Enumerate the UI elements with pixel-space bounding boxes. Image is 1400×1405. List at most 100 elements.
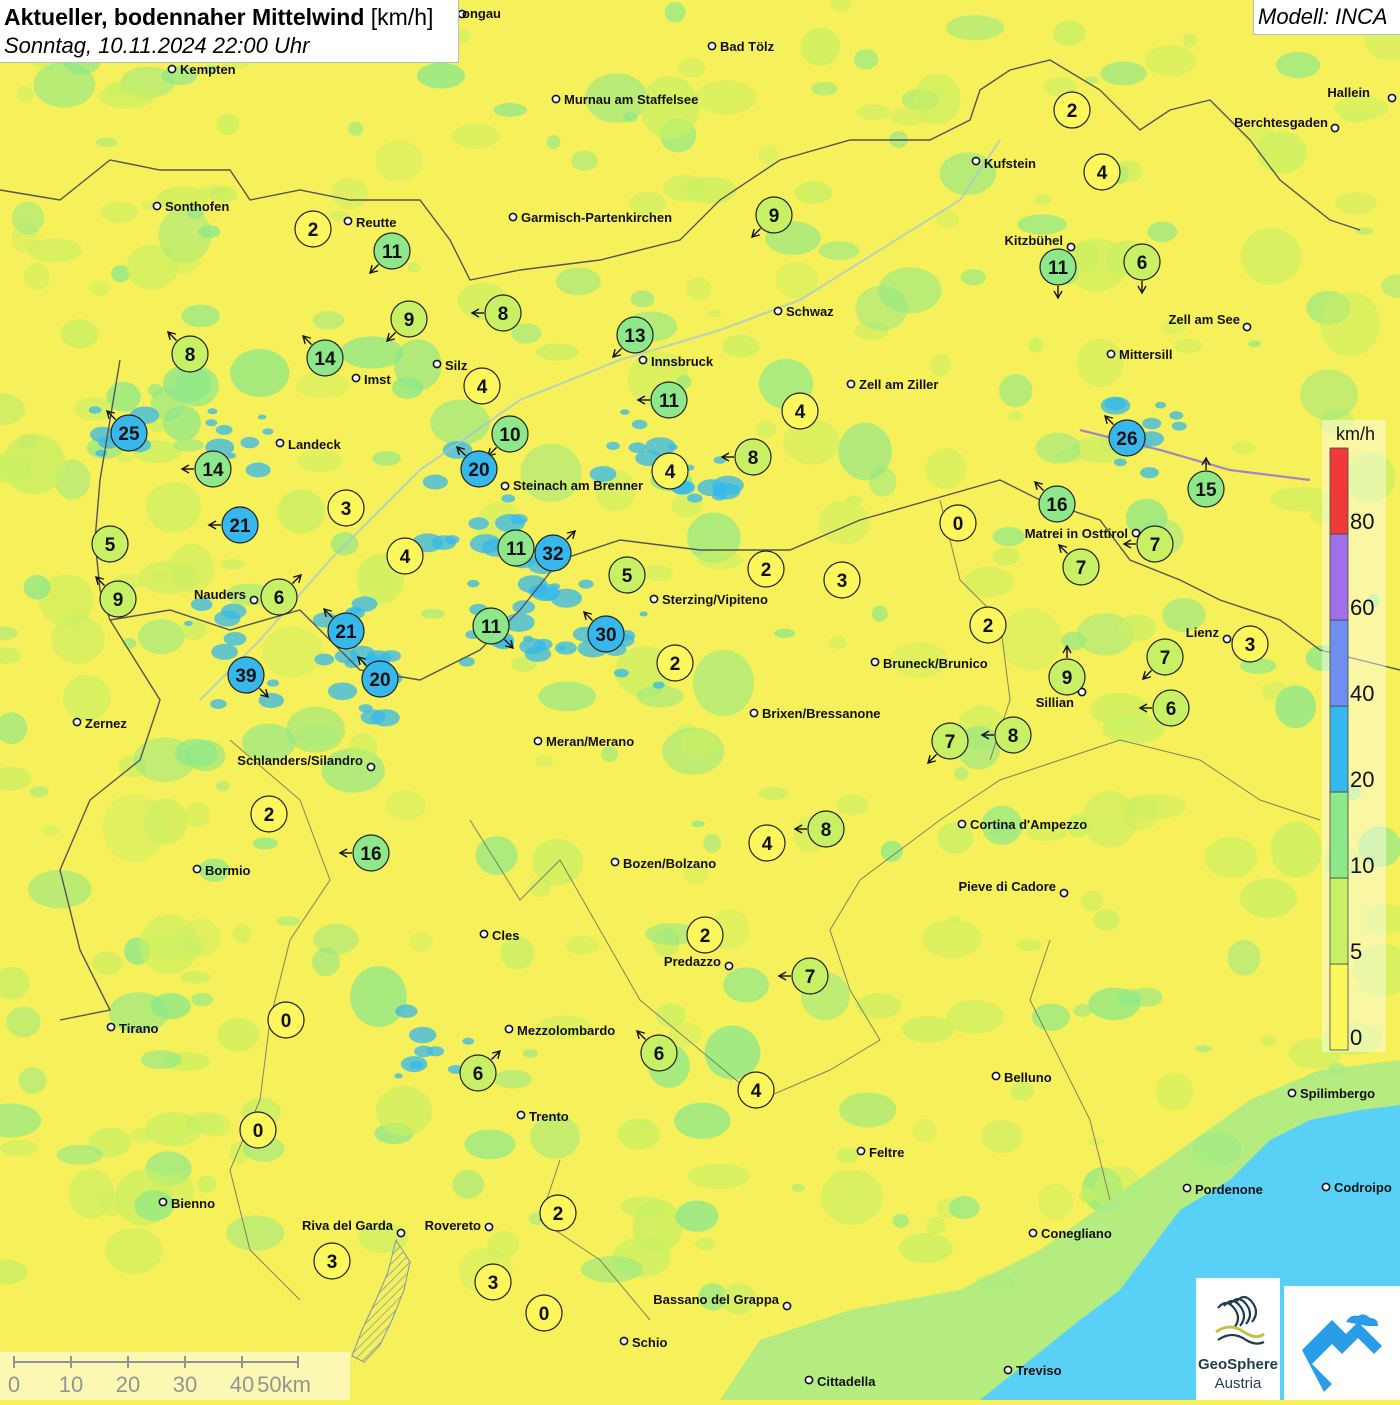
city-label: Cortina d'Ampezzo <box>970 817 1087 832</box>
city-dot <box>250 596 257 603</box>
wind-station[interactable]: 2 <box>970 607 1006 643</box>
city-label: Conegliano <box>1041 1226 1112 1241</box>
wind-speed-value: 8 <box>748 448 759 469</box>
wind-speed-value: 11 <box>1048 258 1069 279</box>
wind-speed-value: 20 <box>369 670 390 691</box>
legend-unit: km/h <box>1336 424 1375 444</box>
wind-speed-value: 9 <box>1062 668 1073 689</box>
city-label: ongau <box>462 6 501 21</box>
city-dot <box>611 858 618 865</box>
city-dot <box>534 737 541 744</box>
city-marker: Sonthofen <box>153 199 229 214</box>
city-dot <box>1004 1366 1011 1373</box>
wind-station[interactable]: 2 <box>540 1195 576 1231</box>
wind-speed-value: 2 <box>553 1204 564 1225</box>
city-label: Reutte <box>356 215 396 230</box>
wind-station[interactable]: 4 <box>652 453 688 489</box>
wind-station[interactable]: 3 <box>1232 626 1268 662</box>
city-dot <box>783 1302 790 1309</box>
wind-station[interactable]: 4 <box>782 393 818 429</box>
wind-speed-value: 3 <box>341 499 352 520</box>
app-logo[interactable] <box>1284 1286 1400 1400</box>
wind-station[interactable]: 2 <box>251 796 287 832</box>
wind-speed-value: 3 <box>837 571 848 592</box>
city-label: Murnau am Staffelsee <box>564 92 698 107</box>
wind-station[interactable]: 3 <box>824 562 860 598</box>
city-label: Nauders <box>194 587 246 602</box>
wind-speed-value: 7 <box>945 732 956 753</box>
wind-speed-value: 4 <box>762 834 773 855</box>
wind-station[interactable]: 2 <box>657 645 693 681</box>
wind-station[interactable]: 4 <box>464 368 500 404</box>
logo-name: GeoSphere <box>1196 1356 1280 1373</box>
city-label: Bormio <box>205 863 251 878</box>
wind-speed-value: 7 <box>805 967 816 988</box>
city-label: Garmisch-Partenkirchen <box>521 210 672 225</box>
city-label: Bruneck/Brunico <box>883 656 988 671</box>
wind-station[interactable]: 3 <box>314 1243 350 1279</box>
wind-speed-value: 0 <box>281 1011 292 1032</box>
wind-station[interactable]: 4 <box>387 538 423 574</box>
city-label: Cittadella <box>817 1374 876 1389</box>
wind-speed-value: 8 <box>821 820 832 841</box>
city-label: Feltre <box>869 1145 904 1160</box>
city-label: Sterzing/Vipiteno <box>662 592 768 607</box>
wind-station[interactable]: 0 <box>526 1295 562 1331</box>
city-marker: Matrei in Osttirol <box>1025 526 1140 541</box>
wind-station[interactable]: 2 <box>1054 92 1090 128</box>
wind-station[interactable]: 0 <box>268 1002 304 1038</box>
city-label: Kitzbühel <box>1005 233 1064 248</box>
wind-speed-value: 21 <box>335 622 357 643</box>
wind-station[interactable]: 3 <box>475 1264 511 1300</box>
wind-station[interactable]: 0 <box>940 505 976 541</box>
wind-speed-value: 11 <box>506 539 527 560</box>
legend-tick-label: 0 <box>1350 1025 1362 1050</box>
city-label: Steinach am Brenner <box>513 478 643 493</box>
city-label: Pordenone <box>1195 1182 1263 1197</box>
wind-speed-value: 6 <box>1166 699 1177 720</box>
city-dot <box>505 1025 512 1032</box>
wind-speed-value: 2 <box>264 805 275 826</box>
wind-station[interactable]: 4 <box>1084 154 1120 190</box>
city-dot <box>774 307 781 314</box>
geosphere-logo[interactable]: GeoSphere Austria <box>1196 1278 1280 1400</box>
wind-speed-value: 7 <box>1076 558 1087 579</box>
city-dot <box>552 95 559 102</box>
city-dot <box>992 1072 999 1079</box>
wind-station[interactable]: 4 <box>749 825 785 861</box>
city-label: Meran/Merano <box>546 734 634 749</box>
city-marker: Pordenone <box>1183 1182 1263 1197</box>
city-marker: Steinach am Brenner <box>501 478 643 493</box>
city-dot <box>1060 889 1067 896</box>
city-dot <box>871 658 878 665</box>
wind-speed-value: 6 <box>274 588 285 609</box>
city-marker: Zell am Ziller <box>847 377 938 392</box>
city-label: Landeck <box>288 437 342 452</box>
city-dot <box>107 1023 114 1030</box>
wind-station[interactable]: 3 <box>328 490 364 526</box>
wind-station[interactable]: 5 <box>609 557 645 593</box>
legend-band-80 <box>1330 448 1348 534</box>
wind-speed-value: 21 <box>229 516 251 537</box>
wind-station[interactable]: 2 <box>748 551 784 587</box>
wind-speed-value: 4 <box>795 402 806 423</box>
city-marker: Garmisch-Partenkirchen <box>509 210 672 225</box>
wind-speed-value: 8 <box>498 304 509 325</box>
wind-station[interactable]: 5 <box>92 526 128 562</box>
city-dot <box>1183 1184 1190 1191</box>
wind-station[interactable]: 0 <box>240 1112 276 1148</box>
city-dot <box>1388 94 1395 101</box>
city-label: Mezzolombardo <box>517 1023 615 1038</box>
city-label: Schlanders/Silandro <box>237 753 363 768</box>
wind-speed-value: 6 <box>1137 253 1148 274</box>
legend-tick-label: 40 <box>1350 681 1374 706</box>
wind-speed-value: 16 <box>360 844 381 865</box>
city-label: Kempten <box>180 62 236 77</box>
wind-station[interactable]: 2 <box>687 917 723 953</box>
wind-station[interactable]: 4 <box>738 1072 774 1108</box>
city-dot <box>1322 1183 1329 1190</box>
model-label: Modell: INCA <box>1258 4 1388 30</box>
wind-station[interactable]: 11 <box>498 530 534 566</box>
wind-station[interactable]: 2 <box>295 211 331 247</box>
wind-speed-value: 16 <box>1046 495 1067 516</box>
